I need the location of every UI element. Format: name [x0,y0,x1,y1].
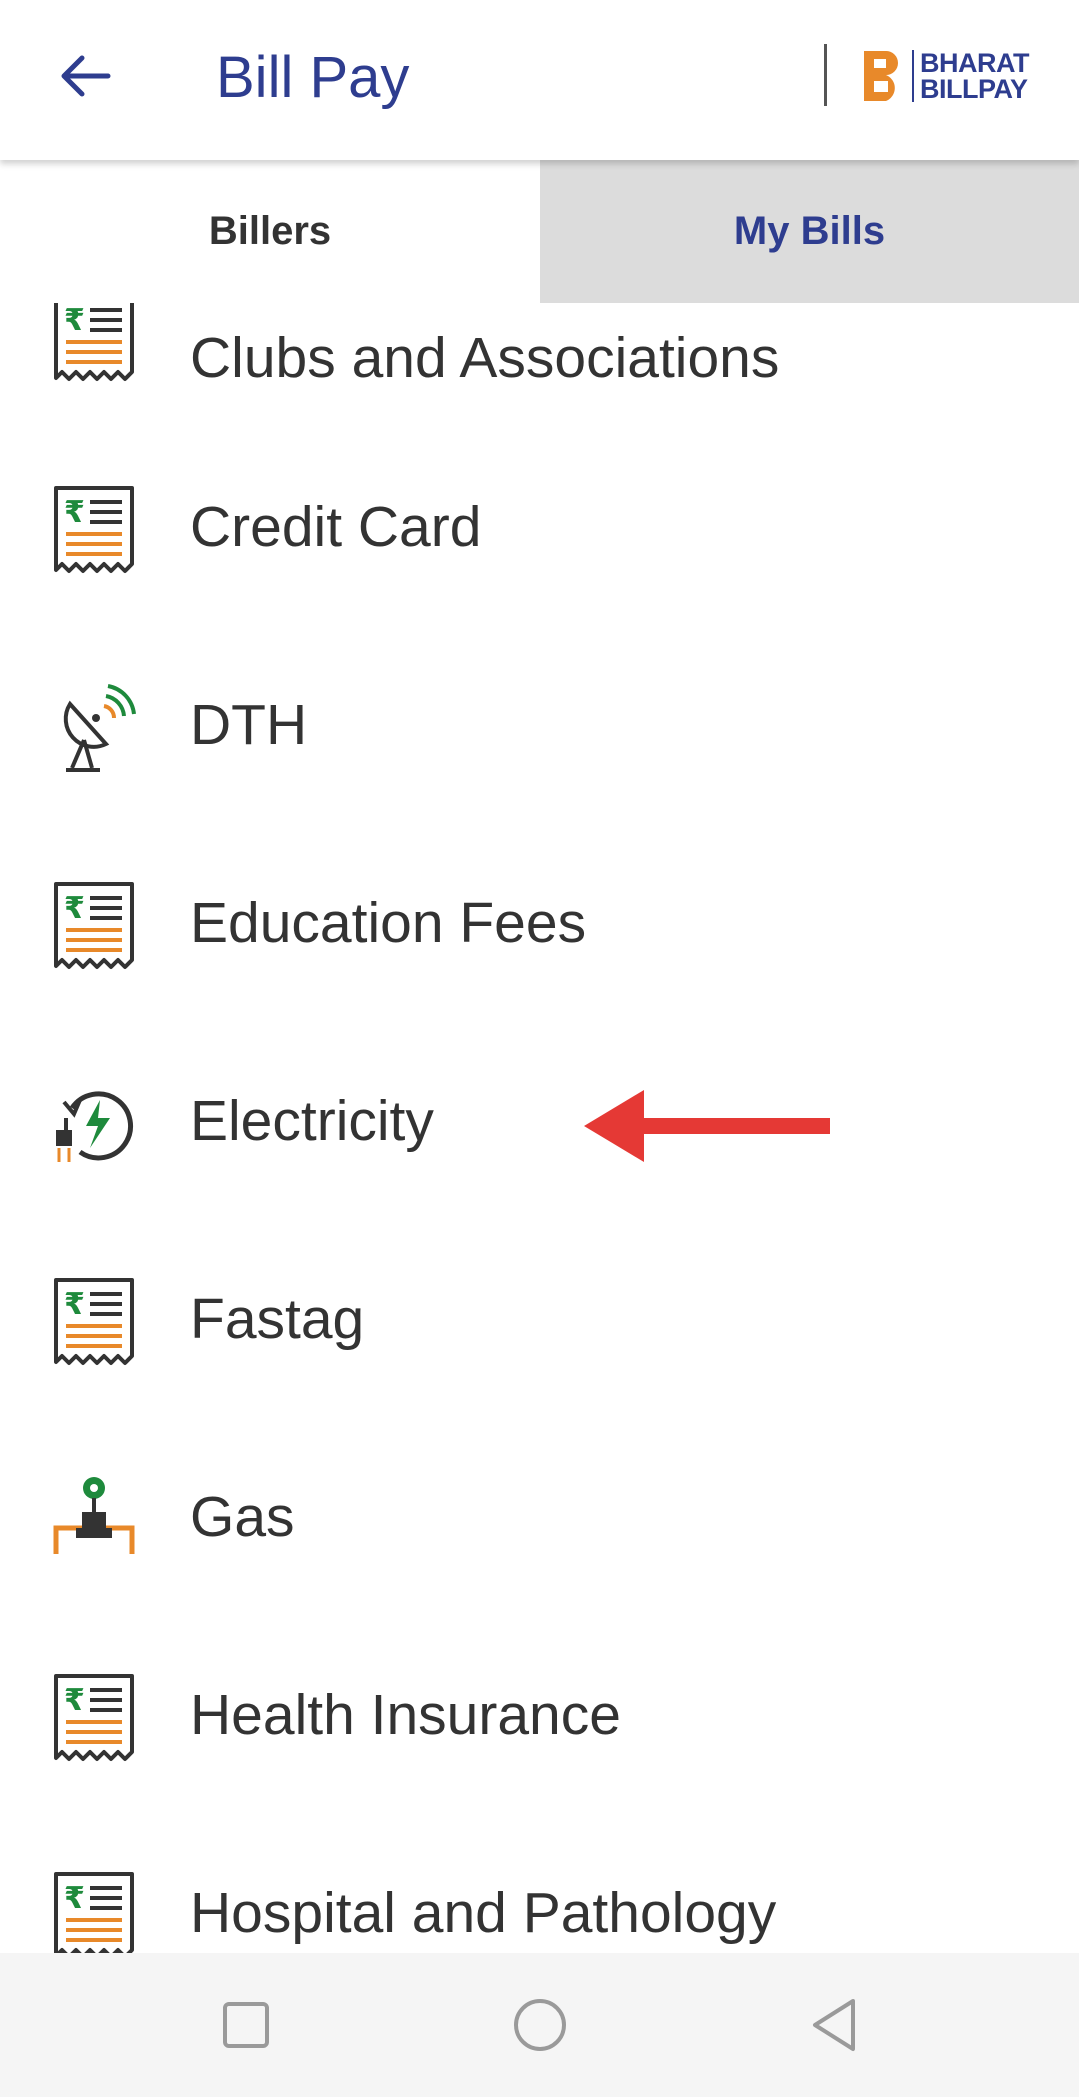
tab-billers[interactable]: Billers [0,160,540,303]
tab-my-bills[interactable]: My Bills [540,160,1079,303]
receipt-icon [50,292,138,384]
page-title: Bill Pay [216,45,410,110]
receipt-icon [50,1870,138,1953]
arrow-left-icon [61,55,111,97]
biller-item-dth[interactable]: DTH [0,626,1079,824]
electricity-plug-icon [50,1078,138,1170]
back-nav-button[interactable] [792,1983,876,2067]
recent-apps-button[interactable] [204,1983,288,2067]
biller-label: Fastag [190,1287,365,1351]
receipt-icon [50,484,138,576]
brand-text: BHARAT BILLPAY [920,48,1029,104]
bharat-billpay-logo: BHARAT BILLPAY [860,46,1029,106]
biller-label: Health Insurance [190,1683,621,1747]
biller-item-health-insurance[interactable]: Health Insurance [0,1616,1079,1814]
bharat-billpay-b-icon [864,51,898,101]
circle-home-icon [514,1999,566,2051]
biller-label: DTH [190,693,308,757]
brand-line-2: BILLPAY [920,74,1028,104]
biller-item-electricity[interactable]: Electricity [0,1022,1079,1220]
biller-item-fastag[interactable]: Fastag [0,1220,1079,1418]
biller-label: Electricity [190,1089,434,1153]
biller-label: Clubs and Associations [190,326,780,390]
header-divider [824,44,827,106]
brand-separator [912,50,914,102]
biller-label: Education Fees [190,891,587,955]
red-arrow-pointer-icon [584,1090,830,1162]
satellite-dish-icon [50,682,138,774]
square-recent-apps-icon [223,2002,269,2048]
tab-bar: Billers My Bills [0,160,1079,303]
brand-line-1: BHARAT [920,48,1029,78]
biller-label: Gas [190,1485,295,1549]
home-button[interactable] [498,1983,582,2067]
biller-item-gas[interactable]: Gas [0,1418,1079,1616]
triangle-back-icon [813,1999,855,2051]
system-nav-bar [0,1953,1079,2097]
receipt-icon [50,880,138,972]
biller-label: Hospital and Pathology [190,1881,777,1945]
gas-pipeline-icon [50,1474,138,1566]
receipt-icon [50,1672,138,1764]
biller-label: Credit Card [190,495,482,559]
back-button[interactable] [44,40,124,112]
receipt-icon [50,1276,138,1368]
biller-item-education-fees[interactable]: Education Fees [0,824,1079,1022]
app-bar: Bill Pay BHARAT BILLPAY [0,0,1079,160]
biller-item-credit-card[interactable]: Credit Card [0,428,1079,626]
biller-item-hospital-and-pathology[interactable]: Hospital and Pathology [0,1814,1079,1953]
